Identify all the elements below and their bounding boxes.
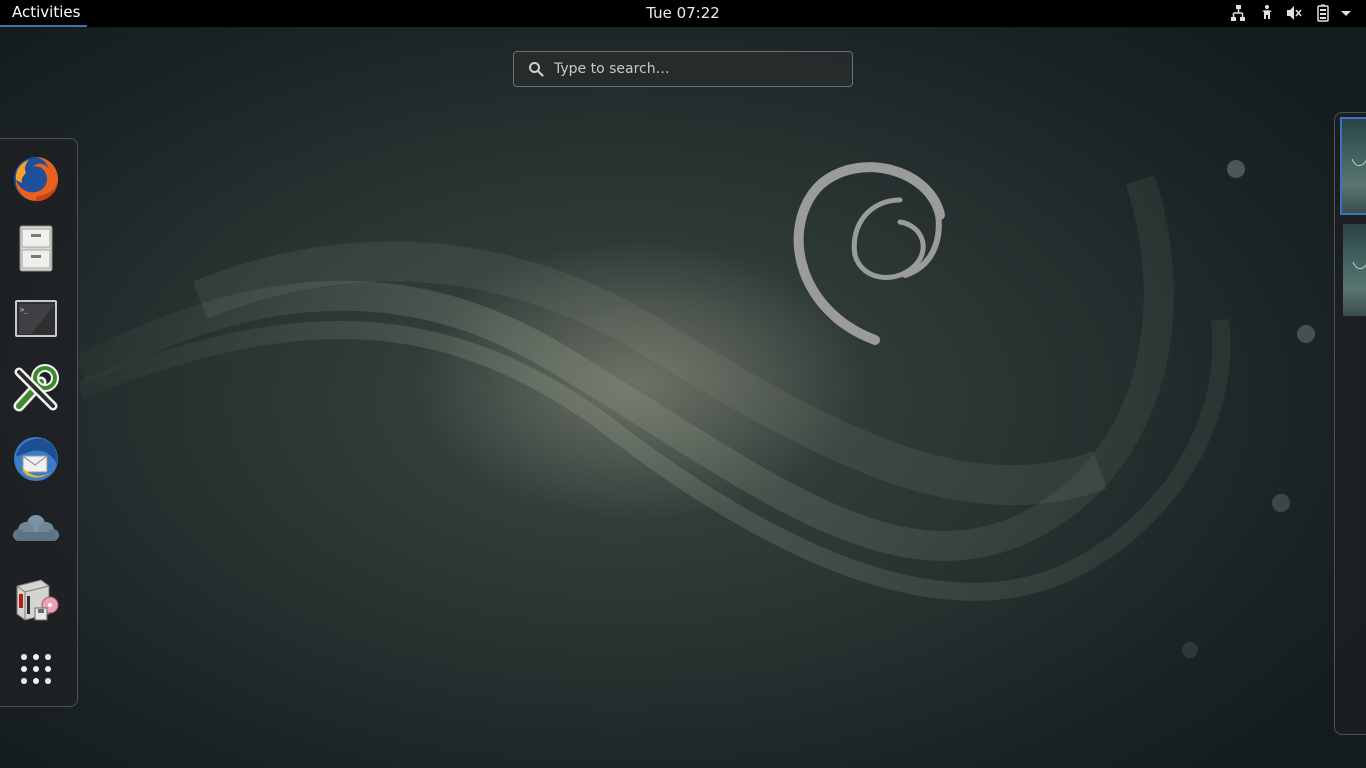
svg-text:>_: >_ [20,306,29,314]
cloud-icon [13,515,59,541]
dash-item-files[interactable] [11,224,61,274]
workspace-switcher [1334,112,1366,735]
accessibility-icon[interactable] [1258,4,1276,22]
clock-button[interactable]: Tue 07:22 [0,0,1366,26]
debian-logo [793,162,945,345]
search-box[interactable] [513,51,853,87]
show-applications-button[interactable] [11,644,61,694]
dash-item-cloud[interactable] [11,504,61,554]
top-bar: Activities Tue 07:22 [0,0,1366,27]
dash-item-software[interactable] [11,574,61,624]
dash: >_ [0,138,78,707]
network-wired-icon[interactable] [1229,4,1247,22]
workspace-thumbnail-2[interactable] [1343,224,1366,316]
terminal-icon: >_ [15,300,57,337]
clock-label: Tue 07:22 [646,4,720,22]
file-cabinet-icon [19,225,53,272]
dash-item-tools[interactable] [11,364,61,414]
app-grid-icon [21,654,51,684]
system-menu-arrow-icon[interactable] [1337,4,1355,22]
firefox-icon [14,157,59,202]
dash-item-terminal[interactable]: >_ [11,294,61,344]
search-icon [529,62,544,77]
desktop-wallpaper [73,160,1315,658]
package-installer-icon [16,579,59,621]
dash-item-firefox[interactable] [11,154,61,204]
volume-muted-icon[interactable] [1285,4,1303,22]
battery-icon[interactable] [1314,4,1332,22]
tools-icon [13,364,59,412]
workspace-wallpaper-preview [1352,261,1366,269]
workspace-wallpaper-preview [1351,158,1366,166]
thunderbird-icon [14,437,58,481]
workspace-thumbnail-1[interactable] [1340,117,1366,215]
dash-item-thunderbird[interactable] [11,434,61,484]
search-input[interactable] [554,52,844,86]
